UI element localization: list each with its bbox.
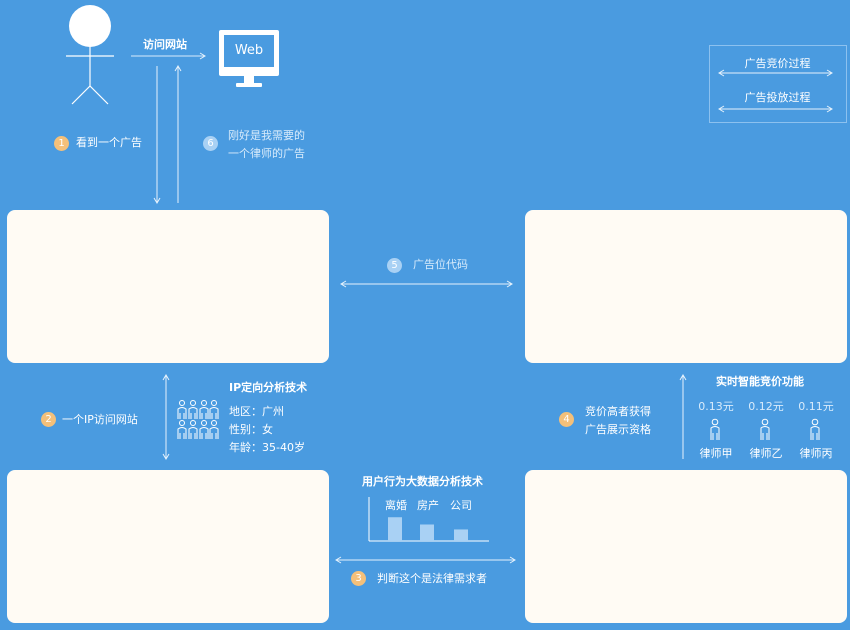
lawyer-yi-icon [760,418,770,440]
step-6-line1: 刚好是我需要的 [228,129,305,142]
ip-age: 年龄：35-40岁 [229,441,305,454]
lawyer-person-icons [710,418,820,440]
lawyer-yi-price: 0.12元 [748,400,784,413]
step-1-badge: 1 [54,136,69,151]
lawyer-bing-icon [810,418,820,440]
people-group-icon [177,400,219,439]
step-5-text: 广告位代码 [413,258,468,271]
bidding-title: 实时智能竞价功能 [716,375,804,388]
step-3-badge: 3 [351,571,366,586]
step-2-badge: 2 [41,412,56,427]
step-4-line2: 广告展示资格 [585,423,651,436]
bar-label-property: 房产 [417,499,439,512]
step-6-line2: 一个律师的广告 [228,147,305,160]
lawyer-bing-price: 0.11元 [798,400,834,413]
user-icon [66,5,114,105]
step-4-badge: 4 [559,412,574,427]
lawyer-jia-icon [710,418,720,440]
lawyer-jia-name: 律师甲 [699,447,733,460]
step-5-badge: 5 [387,258,402,273]
bigdata-title: 用户行为大数据分析技术 [362,475,483,488]
lawyer-bing-name: 律师丙 [799,447,833,460]
bar-label-company: 公司 [450,499,472,512]
bar-company [454,529,468,541]
legend-bidding-label: 广告竞价过程 [744,57,811,70]
web-label: Web [234,43,264,58]
lawyer-jia-price: 0.13元 [698,400,734,413]
bar-label-divorce: 离婚 [385,499,407,512]
ip-targeting-title: IP定向分析技术 [229,381,308,394]
step-2-text: 一个IP访问网站 [62,413,138,426]
bar-divorce [388,517,402,541]
lawyer-yi-name: 律师乙 [749,447,783,460]
ip-gender: 性别：女 [229,423,273,436]
ip-region: 地区：广州 [229,405,284,418]
visit-website-label: 访问网站 [143,38,187,51]
step-3-text: 判断这个是法律需求者 [377,572,487,585]
legend-delivery-label: 广告投放过程 [744,91,811,104]
step-6-badge: 6 [203,136,218,151]
step-4-line1: 竞价高者获得 [585,405,651,418]
bar-property [420,524,434,541]
step-1-text: 看到一个广告 [76,136,142,149]
